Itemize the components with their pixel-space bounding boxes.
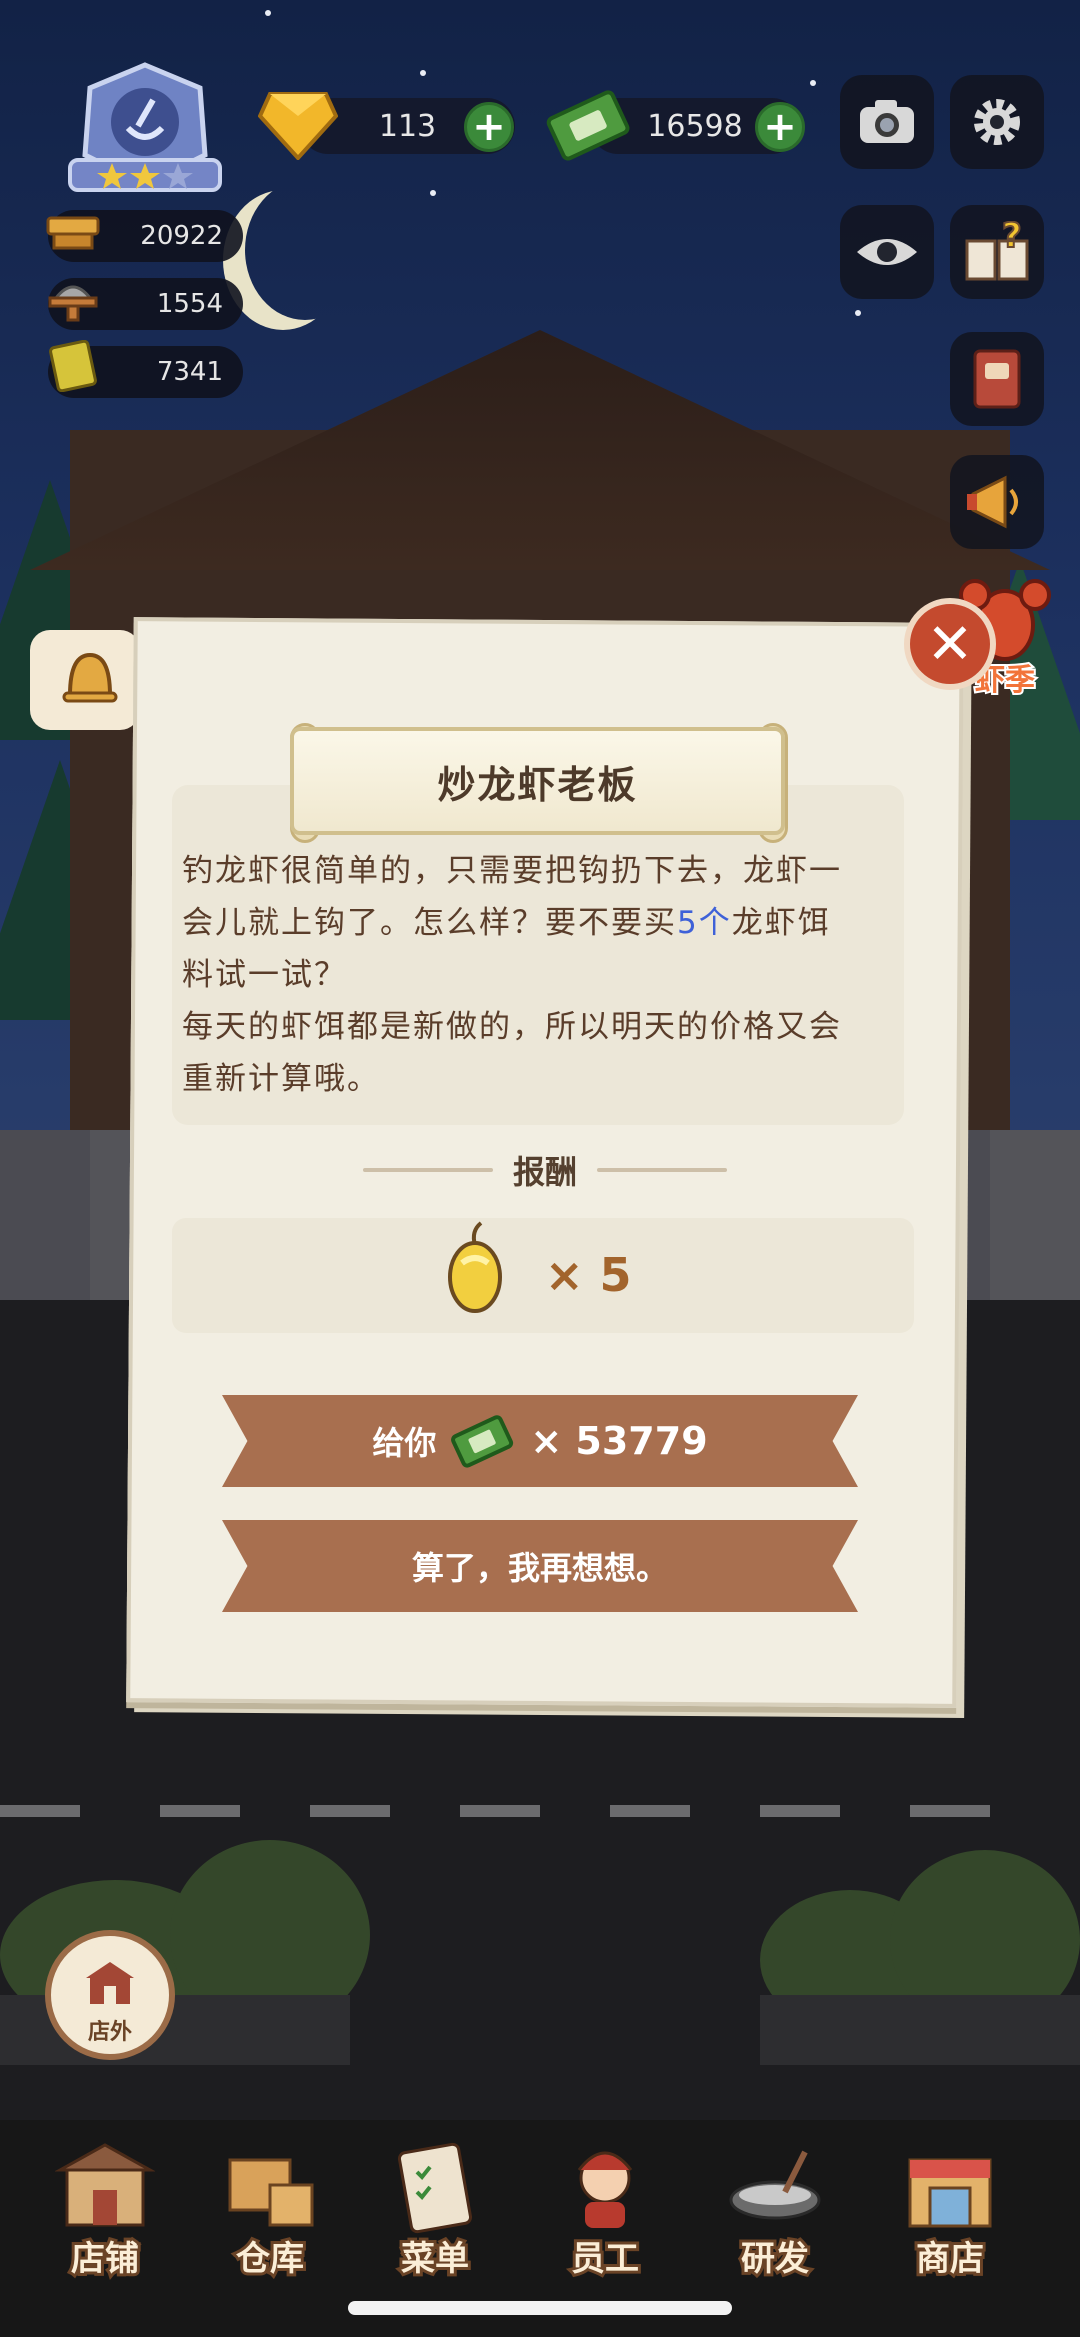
road-dash <box>0 1805 80 1817</box>
dialog-text-segment: 龙虾饵 <box>731 905 831 941</box>
bell-notification[interactable] <box>30 630 140 730</box>
stat-value: 20922 <box>140 221 223 251</box>
reward-header: 报酬 <box>330 1148 760 1192</box>
announcement-button[interactable] <box>950 455 1044 549</box>
add-cash-button[interactable]: + <box>755 102 805 152</box>
stat-value: 1554 <box>156 289 223 319</box>
counter-desk-icon <box>46 216 100 250</box>
wok-icon <box>729 2150 821 2220</box>
megaphone-icon <box>967 475 1018 529</box>
dialog-title: 炒龙虾老板 <box>437 762 638 807</box>
menu-list-icon <box>397 2142 473 2234</box>
serving-table-icon <box>48 285 98 322</box>
nav-label: 研发 <box>738 2236 812 2282</box>
buy-bait-button[interactable]: 给你 × 53779 <box>222 1395 858 1487</box>
dialog-title-scroll: 炒龙虾老板 <box>290 727 785 835</box>
nav-store[interactable]: 商店 <box>880 2140 1020 2282</box>
book-question-icon: ? <box>965 221 1029 281</box>
go-outside-button[interactable]: 店外 <box>45 1930 175 2060</box>
road-dash <box>610 1805 690 1817</box>
cash-icon <box>546 90 630 161</box>
road-dash <box>760 1805 840 1817</box>
staff-icon <box>577 2151 633 2228</box>
nav-warehouse[interactable]: 仓库 <box>200 2140 340 2282</box>
divider-right <box>597 1168 727 1172</box>
dialog-line: 会儿就上钩了。怎么样？要不要买5个龙虾饵 <box>182 897 894 949</box>
road-dash <box>910 1805 990 1817</box>
divider-left <box>362 1168 493 1172</box>
decline-label: 算了，我再想想。 <box>411 1549 668 1587</box>
star <box>420 70 426 76</box>
shop-front-icon <box>86 1962 134 2004</box>
road-dash <box>310 1805 390 1817</box>
add-gems-button[interactable]: + <box>464 102 514 152</box>
camera-button[interactable] <box>840 75 934 169</box>
close-dialog-button[interactable]: ✕ <box>904 598 996 690</box>
nav-label: 菜单 <box>398 2236 472 2282</box>
dialog-line: 重新计算哦。 <box>182 1061 380 1097</box>
road-dash <box>460 1805 540 1817</box>
close-icon: ✕ <box>926 611 974 677</box>
cash-count: 16598 <box>647 108 743 144</box>
cash-icon <box>451 1415 514 1468</box>
boxes-icon <box>228 2158 314 2227</box>
road-dash <box>160 1805 240 1817</box>
reward-quantity: × 5 <box>545 1248 632 1302</box>
star <box>265 10 271 16</box>
recipe-book-button[interactable] <box>950 332 1044 426</box>
star <box>855 310 861 316</box>
gem-icon <box>258 92 338 160</box>
camera-icon <box>860 100 914 143</box>
chef-rank-badge-icon[interactable] <box>50 60 240 200</box>
eye-icon <box>857 239 917 265</box>
red-book-icon <box>973 349 1021 409</box>
home-indicator[interactable] <box>348 2301 732 2315</box>
dialog-line: 料试一试？ <box>182 957 347 993</box>
settings-button[interactable] <box>950 75 1044 169</box>
menu-book-icon <box>49 340 97 392</box>
market-icon <box>908 2158 992 2228</box>
nav-shop[interactable]: 店铺 <box>35 2140 175 2282</box>
dialog-line: 钓龙虾很简单的，只需要把钩扔下去，龙虾一 <box>182 853 842 889</box>
lobster-bait-icon <box>448 1221 502 1313</box>
star <box>810 80 816 86</box>
gear-icon <box>974 99 1020 145</box>
dialog-message: 钓龙虾很简单的，只需要把钩扔下去，龙虾一 会儿就上钩了。怎么样？要不要买5个龙虾… <box>182 845 894 1105</box>
nav-label: 商店 <box>913 2236 987 2282</box>
reward-title: 报酬 <box>512 1153 577 1191</box>
stat-value: 7341 <box>156 357 223 387</box>
svg-text:?: ? <box>1002 221 1022 256</box>
dialog-text-segment: 会儿就上钩了。怎么样？要不要买 <box>182 905 677 941</box>
guide-book-button[interactable]: ? <box>950 205 1044 299</box>
buy-price: × 53779 <box>530 1419 708 1463</box>
planter <box>760 1995 1080 2065</box>
buy-label: 给你 <box>372 1424 437 1462</box>
reward-box <box>172 1218 914 1333</box>
decline-button[interactable]: 算了，我再想想。 <box>222 1520 858 1612</box>
gem-count: 113 <box>378 108 437 144</box>
moon <box>245 180 365 320</box>
nav-label: 仓库 <box>233 2236 307 2282</box>
store-icon <box>55 2143 155 2227</box>
bait-count-highlight: 5个 <box>677 905 732 941</box>
nav-label: 店铺 <box>68 2236 142 2282</box>
dialog-line: 每天的虾饵都是新做的，所以明天的价格又会 <box>182 1009 842 1045</box>
nav-menu[interactable]: 菜单 <box>365 2140 505 2282</box>
nav-research[interactable]: 研发 <box>705 2140 845 2282</box>
nav-staff[interactable]: 员工 <box>535 2140 675 2282</box>
nav-label: 员工 <box>568 2236 642 2282</box>
view-toggle-button[interactable] <box>840 205 934 299</box>
star <box>430 190 436 196</box>
bell-icon <box>62 652 118 703</box>
outside-label: 店外 <box>87 2020 132 2045</box>
